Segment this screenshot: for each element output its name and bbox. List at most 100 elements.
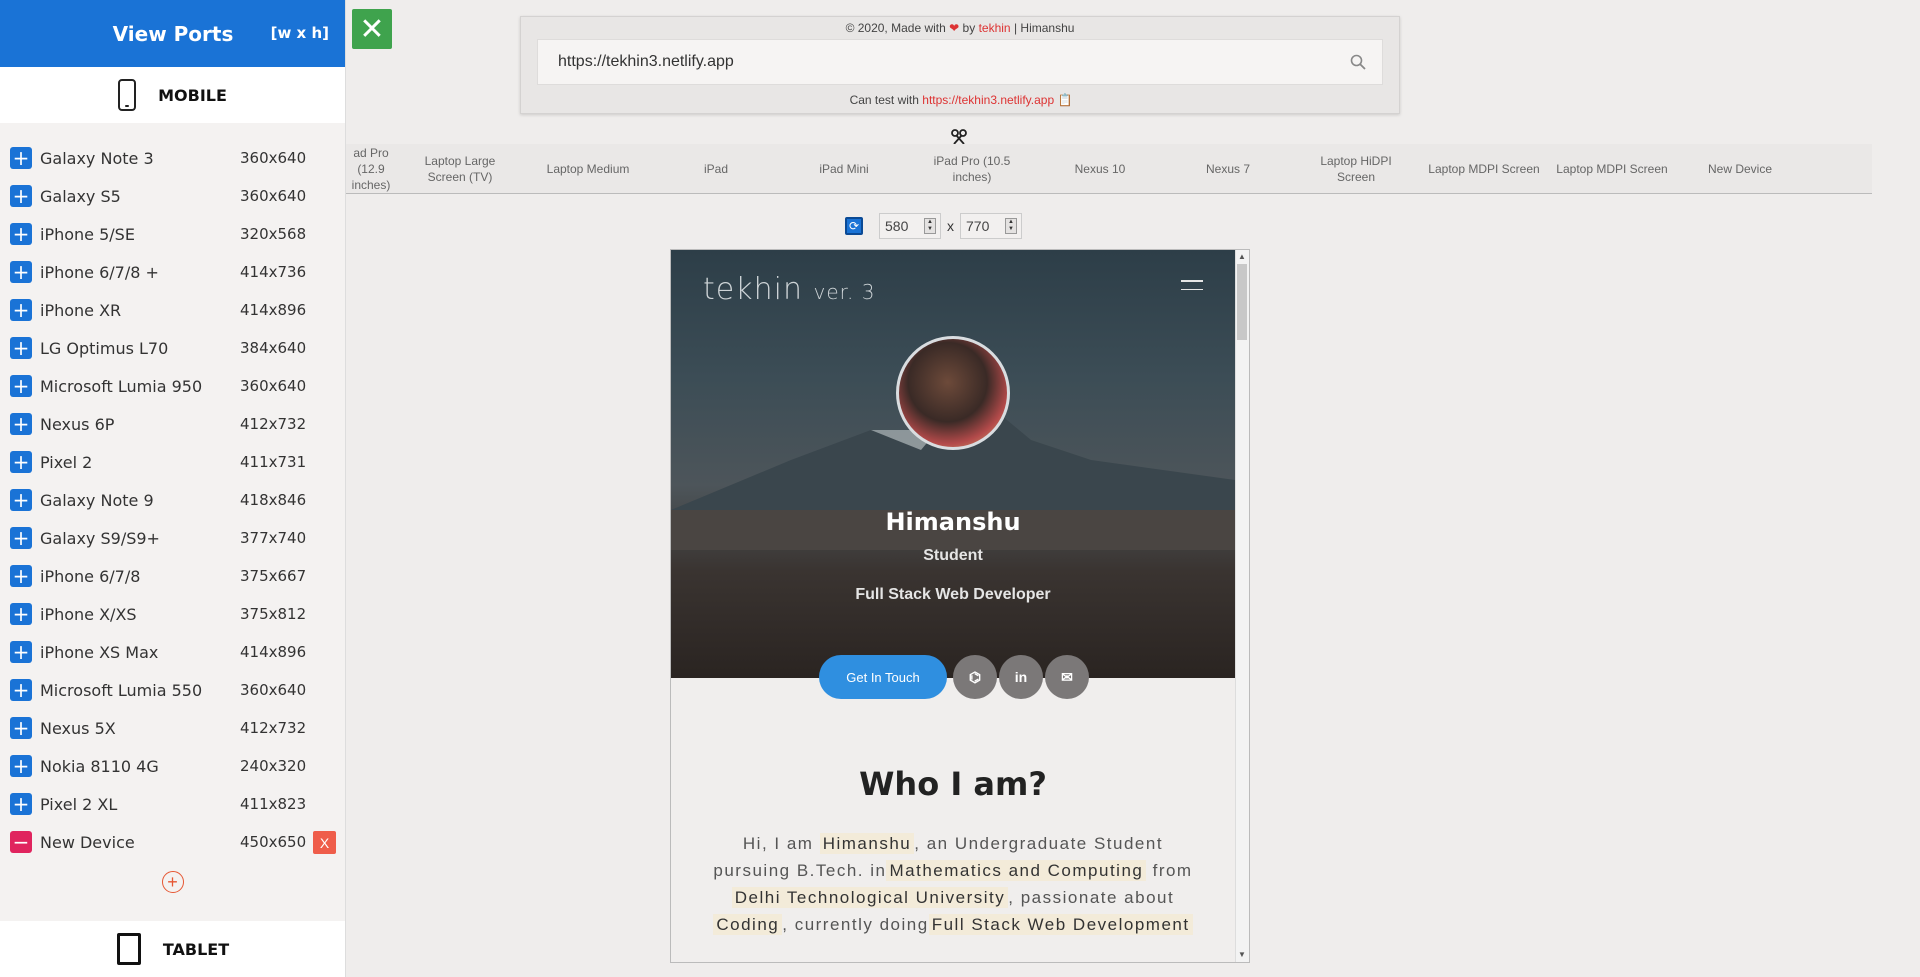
hamburger-menu-icon[interactable] [1181, 280, 1203, 298]
add-device-icon[interactable]: + [10, 413, 32, 435]
add-device-icon[interactable]: + [10, 185, 32, 207]
device-name: Nexus 5X [40, 718, 116, 738]
device-name: Pixel 2 [40, 452, 93, 472]
width-input[interactable]: 580 ▲ ▼ [879, 213, 941, 239]
device-row[interactable]: + iPhone 5/SE 320x568 [0, 215, 345, 253]
add-device-icon[interactable]: + [10, 147, 32, 169]
device-name: Nexus 6P [40, 414, 115, 434]
height-input[interactable]: 770 ▲ ▼ [960, 213, 1022, 239]
device-tab[interactable]: Nexus 10 [1036, 144, 1164, 193]
credit-brand-link[interactable]: tekhin [979, 21, 1011, 35]
add-device-icon[interactable]: + [10, 641, 32, 663]
device-row[interactable]: + Microsoft Lumia 550 360x640 [0, 671, 345, 709]
height-stepper[interactable]: ▲ ▼ [1005, 218, 1017, 234]
device-name: Galaxy Note 9 [40, 490, 154, 510]
device-name: iPhone 6/7/8 [40, 566, 141, 586]
device-row[interactable]: + LG Optimus L70 384x640 [0, 329, 345, 367]
add-device-icon[interactable]: + [10, 299, 32, 321]
device-tab[interactable]: ad Pro (12.9 inches) [346, 144, 396, 193]
sidebar-subtitle: [w x h] [270, 24, 329, 42]
add-device-icon[interactable]: + [10, 603, 32, 625]
add-device-icon[interactable]: + [10, 527, 32, 549]
add-device-icon[interactable]: + [10, 451, 32, 473]
add-device-icon[interactable]: + [10, 261, 32, 283]
device-row[interactable]: + iPhone 6/7/8 375x667 [0, 557, 345, 595]
height-value: 770 [966, 218, 990, 234]
remove-device-icon[interactable]: − [10, 831, 32, 853]
add-device-icon[interactable]: + [10, 337, 32, 359]
close-sidebar-button[interactable]: ✕ [352, 9, 392, 49]
scroll-up-arrow[interactable]: ▲ [1237, 252, 1247, 262]
linkedin-icon[interactable]: in [999, 655, 1043, 699]
device-row[interactable]: + Galaxy S9/S9+ 377x740 [0, 519, 345, 557]
scroll-down-arrow[interactable]: ▼ [1237, 950, 1247, 960]
device-size: 411x731 [240, 453, 307, 471]
device-size: 375x667 [240, 567, 307, 585]
get-in-touch-button[interactable]: Get In Touch [819, 655, 947, 699]
add-device-icon[interactable]: + [10, 679, 32, 701]
width-stepper[interactable]: ▲ ▼ [924, 218, 936, 234]
device-size: 384x640 [240, 339, 307, 357]
add-device-icon[interactable]: + [10, 489, 32, 511]
rotate-icon[interactable]: ⟳ [845, 217, 863, 235]
device-row[interactable]: + Nexus 5X 412x732 [0, 709, 345, 747]
site-logo[interactable]: tekhin ver. 3 [703, 272, 875, 307]
custom-device-row[interactable]: − New Device 450x650 X [0, 823, 345, 861]
clipboard-icon[interactable]: 📋 [1057, 93, 1072, 107]
device-tab[interactable]: Laptop Medium [524, 144, 652, 193]
search-icon[interactable] [1350, 54, 1366, 70]
delete-device-button[interactable]: X [313, 831, 336, 854]
add-device-icon[interactable]: + [10, 755, 32, 777]
device-name: iPhone XS Max [40, 642, 159, 662]
mail-icon[interactable]: ✉ [1045, 655, 1089, 699]
add-device-icon[interactable]: + [10, 223, 32, 245]
device-tab[interactable]: Nexus 7 [1164, 144, 1292, 193]
test-link[interactable]: https://tekhin3.netlify.app [922, 93, 1054, 107]
device-row[interactable]: + Pixel 2 411x731 [0, 443, 345, 481]
device-name: New Device [40, 832, 135, 852]
device-name: Pixel 2 XL [40, 794, 118, 814]
device-preview-frame[interactable]: tekhin ver. 3 Himanshu Student Full Stac… [670, 249, 1250, 963]
add-device-icon[interactable]: + [10, 793, 32, 815]
device-name: Galaxy S9/S9+ [40, 528, 160, 548]
logo-main: tekhin [703, 272, 803, 307]
device-row[interactable]: + Pixel 2 XL 411x823 [0, 785, 345, 823]
device-row[interactable]: + iPhone XR 414x896 [0, 291, 345, 329]
device-tab[interactable]: Laptop Large Screen (TV) [396, 144, 524, 193]
device-row[interactable]: + Galaxy Note 3 360x640 [0, 139, 345, 177]
device-row[interactable]: + iPhone XS Max 414x896 [0, 633, 345, 671]
add-device-icon[interactable]: + [10, 717, 32, 739]
url-input[interactable]: https://tekhin3.netlify.app [537, 39, 1383, 85]
device-tab[interactable]: Laptop HiDPI Screen [1292, 144, 1420, 193]
device-tab[interactable]: New Device [1676, 144, 1804, 193]
add-device-icon[interactable]: + [10, 565, 32, 587]
device-row[interactable]: + iPhone X/XS 375x812 [0, 595, 345, 633]
device-tab[interactable]: iPad [652, 144, 780, 193]
add-device-icon[interactable]: + [10, 375, 32, 397]
device-name: iPhone 6/7/8 + [40, 262, 159, 282]
category-tablet[interactable]: TABLET [0, 921, 345, 977]
scroll-thumb[interactable] [1237, 264, 1247, 340]
device-row[interactable]: + Microsoft Lumia 950 360x640 [0, 367, 345, 405]
device-tab[interactable]: Laptop MDPI Screen [1420, 144, 1548, 193]
device-tab[interactable]: Laptop MDPI Screen [1548, 144, 1676, 193]
device-size: 360x640 [240, 187, 307, 205]
github-icon[interactable]: ⌬ [953, 655, 997, 699]
device-row[interactable]: + Nexus 6P 412x732 [0, 405, 345, 443]
device-name: Nokia 8110 4G [40, 756, 159, 776]
device-tab[interactable]: iPad Pro (10.5 inches) [908, 144, 1036, 193]
about-text: Hi, I am Himanshu, an Undergraduate Stud… [711, 830, 1195, 938]
device-row[interactable]: + iPhone 6/7/8 + 414x736 [0, 253, 345, 291]
hero-role: Student [923, 547, 983, 564]
scrollbar[interactable]: ▲ ▼ [1235, 250, 1249, 962]
device-name: iPhone 5/SE [40, 224, 135, 244]
category-mobile[interactable]: MOBILE [0, 67, 345, 123]
device-tab[interactable]: iPad Mini [780, 144, 908, 193]
device-row[interactable]: + Galaxy S5 360x640 [0, 177, 345, 215]
add-new-device-icon[interactable]: + [161, 871, 184, 893]
device-name: LG Optimus L70 [40, 338, 169, 358]
device-row[interactable]: + Nokia 8110 4G 240x320 [0, 747, 345, 785]
device-size: 360x640 [240, 681, 307, 699]
device-row[interactable]: + Galaxy Note 9 418x846 [0, 481, 345, 519]
heart-icon: ❤ [949, 21, 960, 35]
